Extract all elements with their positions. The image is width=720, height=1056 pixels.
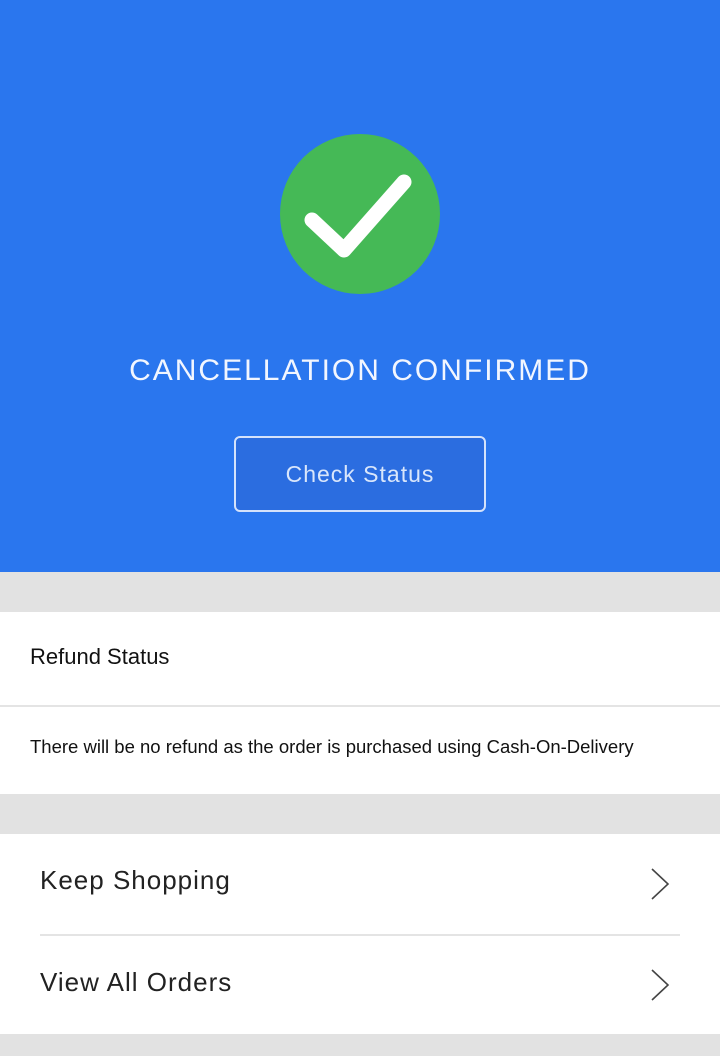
actions-list: Keep Shopping View All Orders [0,834,720,1034]
confirmation-header: CANCELLATION CONFIRMED Check Status [0,0,720,572]
refund-status-card: Refund Status There will be no refund as… [0,612,720,794]
divider [0,705,720,707]
checkmark-icon [280,134,440,294]
view-all-orders-row[interactable]: View All Orders [0,935,720,1035]
keep-shopping-row[interactable]: Keep Shopping [0,834,720,934]
confirmation-title: CANCELLATION CONFIRMED [129,354,591,387]
chevron-right-icon [651,868,670,900]
chevron-right-icon [651,969,670,1001]
view-all-orders-label: View All Orders [40,967,233,997]
refund-message: There will be no refund as the order is … [30,736,634,757]
refund-status-title: Refund Status [30,644,170,669]
check-status-button[interactable]: Check Status [234,436,486,512]
keep-shopping-label: Keep Shopping [40,865,231,895]
